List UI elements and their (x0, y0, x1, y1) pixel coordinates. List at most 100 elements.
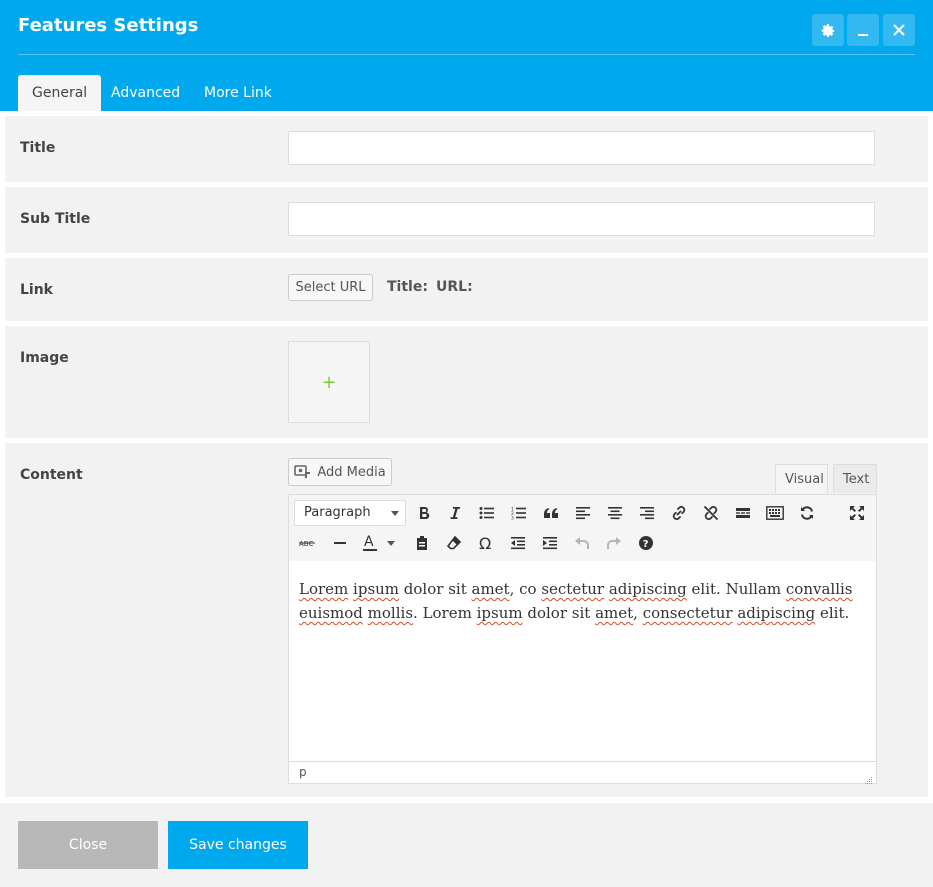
word: amet (595, 604, 634, 622)
toolbar-toggle-button[interactable] (762, 500, 788, 526)
features-settings-dialog: Features Settings General Advanced More … (0, 0, 933, 887)
bold-button[interactable] (411, 500, 437, 526)
add-image-button[interactable]: + (288, 341, 370, 423)
tab-advanced[interactable]: Advanced (97, 75, 194, 111)
indent-icon (542, 536, 558, 550)
word: consectetur (642, 604, 733, 622)
word: sectetur (541, 580, 605, 598)
link-url-label: URL: (436, 279, 473, 295)
title-label: Title (20, 140, 56, 156)
close-icon (892, 23, 906, 37)
visual-tab[interactable]: Visual (775, 464, 828, 493)
svg-text:A: A (364, 534, 374, 550)
bold-icon (417, 506, 431, 520)
strikethrough-icon: ABC (299, 538, 317, 548)
editor-toolbar: Paragraph 123 ABC A Ω ? (289, 495, 876, 562)
clear-formatting-button[interactable] (441, 530, 467, 556)
align-center-button[interactable] (602, 500, 628, 526)
bullet-list-button[interactable] (474, 500, 500, 526)
insert-link-button[interactable] (666, 500, 692, 526)
text-tab[interactable]: Text (833, 464, 877, 493)
svg-text:Ω: Ω (479, 535, 491, 551)
format-select-value: Paragraph (304, 505, 371, 520)
title-input[interactable] (288, 131, 875, 165)
text-color-button[interactable]: A (359, 530, 399, 556)
close-dialog-button[interactable] (883, 14, 915, 46)
word: convallis (785, 580, 853, 598)
keyboard-icon (766, 506, 784, 520)
help-button[interactable]: ? (633, 530, 659, 556)
fullscreen-icon (849, 505, 865, 521)
fullscreen-button[interactable] (844, 500, 870, 526)
refresh-button[interactable] (794, 500, 820, 526)
help-icon: ? (638, 535, 654, 551)
chevron-down-icon (391, 511, 399, 516)
blockquote-button[interactable] (538, 500, 564, 526)
text: elit. (815, 604, 850, 622)
redo-icon (606, 535, 622, 551)
gear-icon (820, 22, 836, 38)
dialog-title: Features Settings (18, 15, 199, 36)
outdent-icon (510, 536, 526, 550)
word: ipsum (476, 604, 523, 622)
close-button[interactable]: Close (18, 821, 158, 869)
editor-paragraph-line-2: euismod mollis. Lorem ipsum dolor sit am… (299, 601, 866, 625)
outdent-button[interactable] (505, 530, 531, 556)
plus-icon: + (321, 371, 337, 393)
align-right-icon (639, 506, 655, 520)
format-select[interactable]: Paragraph (294, 500, 406, 526)
minimize-icon (856, 23, 870, 37)
media-icon (294, 464, 312, 480)
word: Lorem (299, 580, 349, 598)
subtitle-input[interactable] (288, 202, 875, 236)
special-character-button[interactable]: Ω (473, 530, 499, 556)
align-left-icon (575, 506, 591, 520)
undo-button[interactable] (569, 530, 595, 556)
image-label: Image (20, 350, 69, 366)
numbered-list-button[interactable]: 123 (506, 500, 532, 526)
text: , (633, 604, 643, 622)
content-row: Content Add Media Visual Text Paragraph (5, 443, 928, 797)
unlink-button[interactable] (698, 500, 724, 526)
align-right-button[interactable] (634, 500, 660, 526)
eraser-icon (446, 535, 462, 551)
clipboard-icon (415, 535, 429, 551)
indent-button[interactable] (537, 530, 563, 556)
text: , co (509, 580, 542, 598)
element-path[interactable]: p (299, 765, 307, 779)
editor-statusbar: p (289, 761, 876, 784)
add-media-button[interactable]: Add Media (288, 458, 392, 486)
align-left-button[interactable] (570, 500, 596, 526)
title-row: Title (5, 116, 928, 182)
subtitle-row: Sub Title (5, 187, 928, 253)
link-label: Link (20, 282, 53, 298)
horizontal-line-button[interactable] (327, 530, 353, 556)
read-more-icon (735, 506, 751, 520)
resize-handle-icon[interactable] (864, 771, 873, 784)
read-more-button[interactable] (730, 500, 756, 526)
italic-button[interactable] (442, 500, 468, 526)
text: dolor sit (399, 580, 472, 598)
dialog-footer: Close Save changes (0, 803, 933, 887)
header-divider (18, 54, 915, 55)
word: adipiscing (608, 580, 687, 598)
editor-text-area[interactable]: Lorem ipsum dolor sit amet, co sectetur … (289, 561, 876, 761)
word: euismod (299, 604, 363, 622)
redo-button[interactable] (601, 530, 627, 556)
align-center-icon (607, 506, 623, 520)
select-url-button[interactable]: Select URL (288, 274, 373, 301)
bullet-list-icon (479, 506, 495, 520)
link-title-label: Title: (387, 279, 428, 295)
tab-general[interactable]: General (18, 75, 102, 111)
settings-button[interactable] (812, 14, 844, 46)
minimize-button[interactable] (847, 14, 879, 46)
save-changes-button[interactable]: Save changes (168, 821, 308, 869)
word: amet (471, 580, 510, 598)
refresh-icon (799, 505, 815, 521)
paste-as-text-button[interactable] (409, 530, 435, 556)
text: dolor sit (522, 604, 596, 622)
tab-more-link[interactable]: More Link (190, 75, 286, 111)
editor-paragraph-line-1: Lorem ipsum dolor sit amet, co sectetur … (299, 577, 866, 601)
quote-icon (543, 506, 559, 520)
strikethrough-button[interactable]: ABC (295, 530, 321, 556)
